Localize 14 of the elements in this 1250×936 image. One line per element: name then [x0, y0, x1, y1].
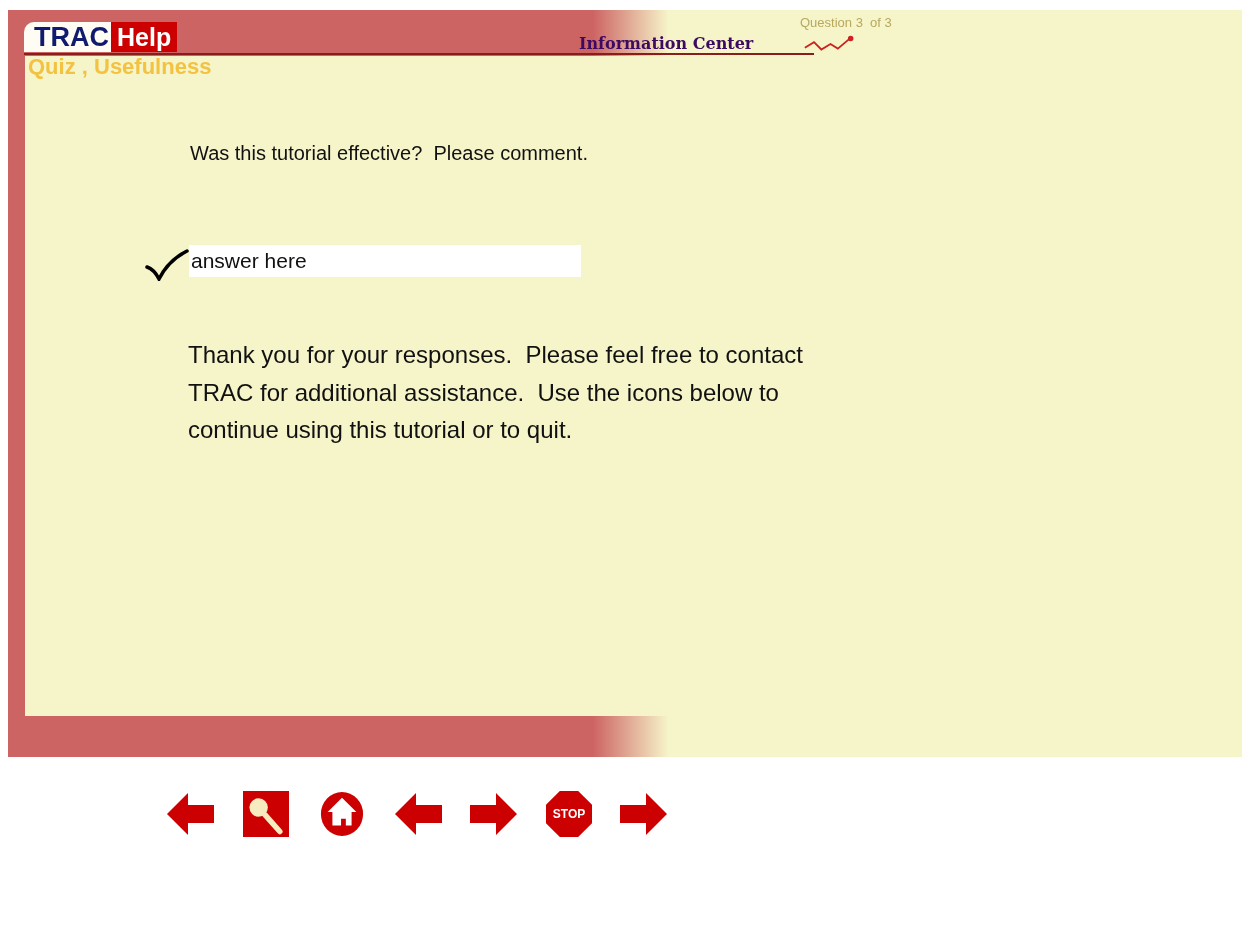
- back-arrow-button[interactable]: [394, 791, 442, 837]
- question-text: Was this tutorial effective? Please comment.: [190, 142, 588, 165]
- search-button[interactable]: [242, 791, 290, 837]
- logo: TRAC Help: [24, 22, 178, 52]
- section-title: Information Center: [579, 34, 754, 53]
- home-button[interactable]: [318, 791, 366, 837]
- forward-arrow-button[interactable]: [470, 791, 518, 837]
- page-title: Quiz , Usefulness: [28, 54, 212, 80]
- answer-field[interactable]: answer here: [189, 245, 581, 277]
- stop-button[interactable]: STOP: [546, 791, 592, 837]
- forward-arrow-button[interactable]: [620, 791, 668, 837]
- question-counter: Question 3 of 3: [800, 15, 892, 30]
- back-arrow-button[interactable]: [166, 791, 214, 837]
- thank-you-message: Thank you for your responses. Please feel free to contact TRAC for additional assistance. Use the icons below to continue using this tutorial or to quit.: [188, 340, 804, 445]
